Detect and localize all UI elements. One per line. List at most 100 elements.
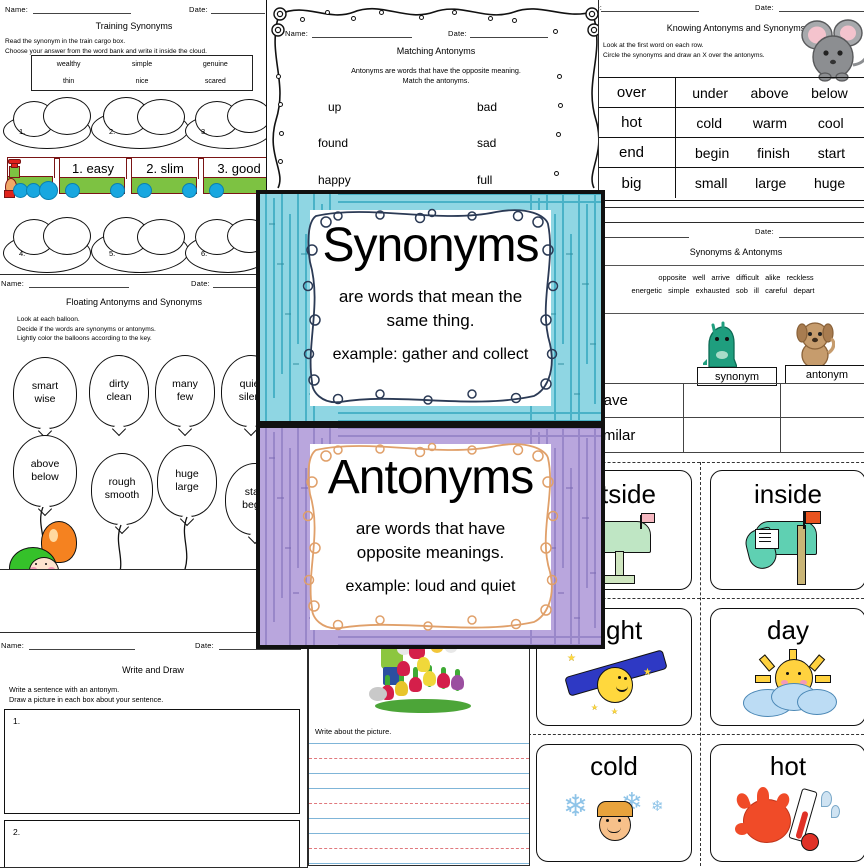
cloud-row-bottom: 4. 5. 6. <box>0 217 269 278</box>
instruction-line: Match the antonyms. <box>266 76 606 86</box>
synonym-answer-cell[interactable] <box>684 418 781 452</box>
divider <box>598 265 864 266</box>
synonym-answer-cell[interactable] <box>684 384 781 417</box>
word-bank-item: genuine <box>203 61 228 68</box>
table-row[interactable]: similar <box>598 418 864 452</box>
table-row[interactable]: end begin finish start <box>598 138 864 168</box>
moon-stars-icon: ★ ★ ★ ★ <box>561 649 671 719</box>
date-label: Date: <box>191 279 210 288</box>
match-right-word[interactable]: sad <box>477 136 496 150</box>
date-blank <box>219 649 301 650</box>
balloon[interactable]: above below <box>13 435 77 507</box>
balloon[interactable]: dirty clean <box>89 355 149 427</box>
date-blank <box>211 13 265 14</box>
table-row[interactable]: over under above below <box>598 78 864 108</box>
flash-card[interactable]: day <box>710 608 864 726</box>
option-word[interactable]: small <box>695 175 728 191</box>
flash-card[interactable]: hot <box>710 744 864 862</box>
flash-card[interactable]: cold ❄ ❄ ❄ <box>536 744 692 862</box>
date-label: Date: <box>755 3 774 12</box>
name-label: Name: <box>285 29 308 38</box>
name-label: Name: <box>1 641 24 650</box>
instruction-line: Antonyms are words that have the opposit… <box>266 66 606 76</box>
row-options[interactable]: under above below <box>676 78 864 107</box>
snowflake-child-icon: ❄ ❄ ❄ <box>559 787 673 857</box>
option-word[interactable]: warm <box>753 115 787 131</box>
row-key-word: hot <box>598 108 676 137</box>
table-row[interactable]: big small large huge <box>598 168 864 198</box>
word-bank-item: scared <box>205 78 226 85</box>
date-blank <box>779 11 864 12</box>
name-blank <box>598 237 689 238</box>
option-word[interactable]: large <box>755 175 786 191</box>
worksheet-write-about-picture[interactable]: Write about the picture. <box>308 634 530 866</box>
poster-line: same thing. <box>260 310 601 333</box>
option-word[interactable]: finish <box>757 145 790 161</box>
worksheet-training-synonyms[interactable]: Name: Date: Training Synonyms Read the s… <box>0 0 270 278</box>
worksheet-write-and-draw[interactable]: Name: Date: Write and Draw Write a sente… <box>0 632 308 868</box>
option-word[interactable]: huge <box>814 175 845 191</box>
flash-card-word: day <box>711 615 864 646</box>
date-label: Date: <box>189 5 208 14</box>
match-left-word[interactable]: happy <box>318 173 351 187</box>
instructions: Antonyms are words that have the opposit… <box>266 66 606 87</box>
word-bank-item: opposite <box>658 273 686 282</box>
flash-card[interactable]: inside <box>710 470 864 590</box>
cloud-puff <box>43 217 91 255</box>
row-options[interactable]: cold warm cool <box>676 108 864 137</box>
poster-example: example: gather and collect <box>260 346 601 364</box>
poster-example: example: loud and quiet <box>260 578 601 596</box>
balloon-word: large <box>175 481 198 494</box>
cloud-number: 5. <box>109 249 115 258</box>
antonym-answer-cell[interactable] <box>781 418 864 452</box>
syn-ant-table: leave similar <box>598 383 864 453</box>
cut-line-vertical <box>700 462 701 866</box>
match-left-word[interactable]: found <box>318 136 348 150</box>
instruction-line: Lightly color the balloons according to … <box>17 334 257 344</box>
date-label: Date: <box>755 227 774 236</box>
option-word[interactable]: above <box>751 85 789 101</box>
instructions: Write a sentence with an antonym. Draw a… <box>9 685 289 706</box>
poster-line: opposite meanings. <box>260 542 601 565</box>
worksheet-floating-balloons[interactable]: Name: Date: Floating Antonyms and Synony… <box>0 274 270 570</box>
writing-lines[interactable] <box>309 735 529 866</box>
balloon-word: few <box>177 391 193 404</box>
train-illustration: 1. easy 2. slim 3. good <box>7 147 269 195</box>
option-word[interactable]: below <box>811 85 848 101</box>
balloon[interactable]: many few <box>155 355 215 427</box>
table-row[interactable]: hot cold warm cool <box>598 108 864 138</box>
word-bank-item: simple <box>668 286 689 295</box>
flash-card-word: inside <box>711 479 864 510</box>
word-bank: opposite well arrive difficult alike rec… <box>598 271 864 298</box>
option-word[interactable]: cold <box>696 115 722 131</box>
worksheet-synonyms-antonyms-table[interactable]: Date: Synonyms & Antonyms opposite well … <box>598 222 864 467</box>
instruction-line: Look at each balloon. <box>17 315 257 325</box>
poster-antonyms[interactable]: Antonyms are words that have opposite me… <box>256 424 605 649</box>
match-right-word[interactable]: bad <box>477 100 497 114</box>
option-word[interactable]: begin <box>695 145 729 161</box>
option-word[interactable]: under <box>692 85 728 101</box>
box-number: 2. <box>13 827 20 837</box>
draw-box[interactable]: 1. <box>4 709 300 814</box>
draw-box[interactable]: 2. <box>4 820 300 868</box>
poster-synonyms[interactable]: Synonyms are words that mean the same th… <box>256 190 605 425</box>
match-right-word[interactable]: full <box>477 173 492 187</box>
row-key-word: over <box>598 78 676 107</box>
worksheet-matching-antonyms[interactable]: Name: Date: Matching Antonyms Antonyms a… <box>266 0 606 196</box>
word-bank-item: well <box>693 273 706 282</box>
row-key-word: big <box>598 168 676 198</box>
option-word[interactable]: start <box>818 145 845 161</box>
row-options[interactable]: small large huge <box>676 168 864 198</box>
word-bank-item: simple <box>132 61 152 68</box>
name-blank <box>29 649 135 650</box>
word-bank-row: energetic simple exhausted sob ill caref… <box>598 284 864 297</box>
worksheet-knowing-antonyms-synonyms[interactable]: Name: Date: Knowing Antonyms and Synonym… <box>598 0 864 208</box>
antonym-answer-cell[interactable] <box>781 384 864 417</box>
row-options[interactable]: begin finish start <box>676 138 864 167</box>
page-title: Matching Antonyms <box>266 46 606 56</box>
balloon[interactable]: smart wise <box>13 357 77 429</box>
table-row[interactable]: leave <box>598 384 864 418</box>
option-word[interactable]: cool <box>818 115 844 131</box>
match-left-word[interactable]: up <box>328 100 341 114</box>
word-bank: wealthy simple genuine thin nice scared <box>31 55 253 91</box>
